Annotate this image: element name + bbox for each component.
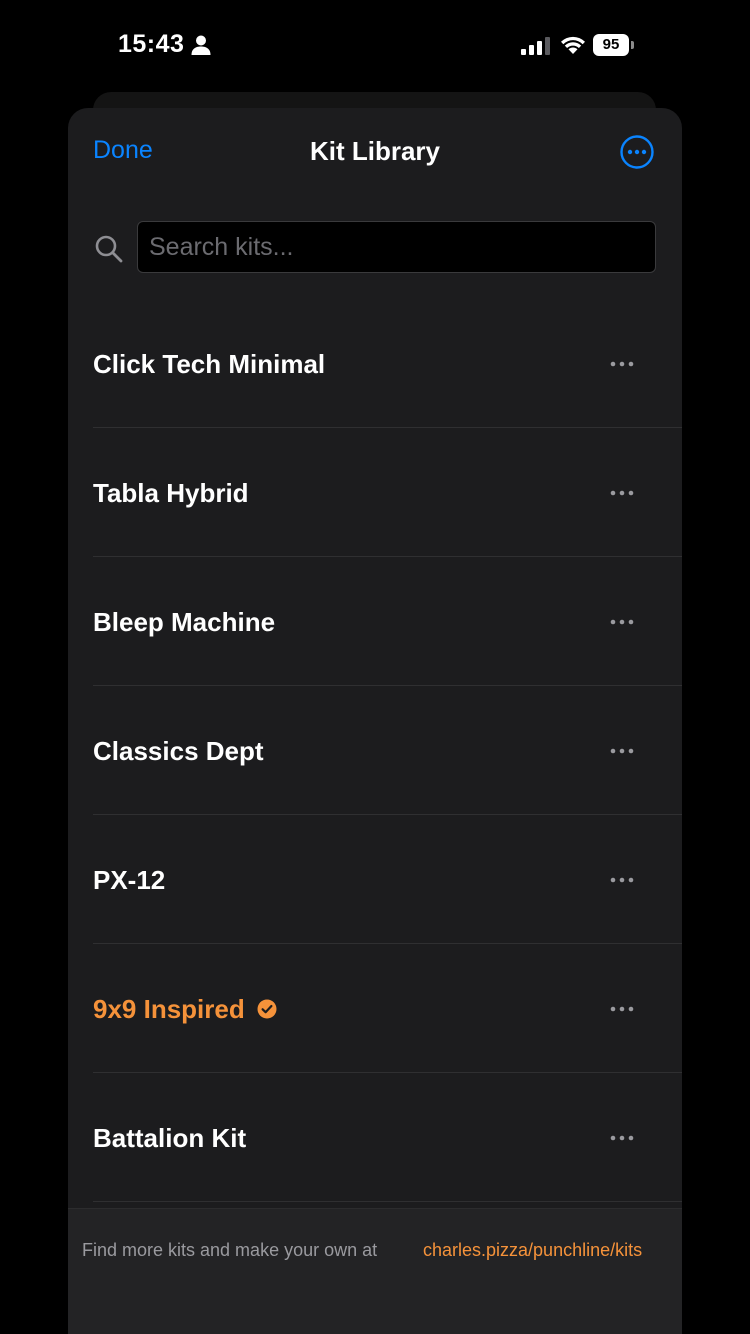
kits-website-link[interactable]: charles.pizza/punchline/kits xyxy=(423,1240,642,1261)
footer: Find more kits and make your own at char… xyxy=(68,1208,682,1334)
row-more-icon[interactable] xyxy=(609,996,635,1022)
kit-row[interactable]: Bleep Machine xyxy=(93,557,682,686)
search-input[interactable] xyxy=(137,221,656,273)
more-options-icon[interactable] xyxy=(619,134,655,170)
person-icon xyxy=(191,35,211,55)
kit-name: Tabla Hybrid xyxy=(93,478,249,508)
kit-name: 9x9 Inspired xyxy=(93,994,245,1024)
kit-name: Battalion Kit xyxy=(93,1123,247,1153)
row-more-icon[interactable] xyxy=(609,867,635,893)
kit-row[interactable]: Battalion Kit xyxy=(93,1073,682,1202)
kit-name: Click Tech Minimal xyxy=(93,349,326,379)
wifi-icon xyxy=(561,36,585,54)
battery-nub xyxy=(631,41,634,49)
search-icon xyxy=(95,235,123,263)
kit-list: Click Tech Minimal Tabla Hybrid Bleep Mach… xyxy=(93,299,682,1202)
footer-text: Find more kits and make your own at xyxy=(82,1240,378,1260)
kit-row[interactable]: Tabla Hybrid xyxy=(93,428,682,557)
kit-library-sheet: Done Kit Library Click Tech MinimalTabla… xyxy=(68,108,682,1334)
page-title: Kit Library xyxy=(309,136,441,166)
kit-name: PX-12 xyxy=(93,865,166,895)
kit-row[interactable]: 9x9 Inspired xyxy=(93,944,682,1073)
checkmark-badge-icon xyxy=(257,999,277,1019)
row-more-icon[interactable] xyxy=(609,1125,635,1151)
kit-row[interactable]: Classics Dept xyxy=(93,686,682,815)
kit-row[interactable]: Click Tech Minimal xyxy=(93,299,682,428)
row-more-icon[interactable] xyxy=(609,738,635,764)
row-more-icon[interactable] xyxy=(609,351,635,377)
kit-name: Bleep Machine xyxy=(93,607,276,637)
status-time: 15:43 xyxy=(118,30,185,58)
kit-name-wrapper: 9x9 Inspired xyxy=(93,994,277,1025)
cellular-signal-icon xyxy=(521,37,550,55)
kit-name: Classics Dept xyxy=(93,736,264,766)
row-more-icon[interactable] xyxy=(609,480,635,506)
row-more-icon[interactable] xyxy=(609,609,635,635)
screen: 15:43 95 Done Kit Library Search kits...… xyxy=(0,0,750,1334)
battery-indicator: 95 xyxy=(593,34,629,56)
kit-row[interactable]: PX-12 xyxy=(93,815,682,944)
status-bar: 15:43 95 xyxy=(0,0,750,92)
